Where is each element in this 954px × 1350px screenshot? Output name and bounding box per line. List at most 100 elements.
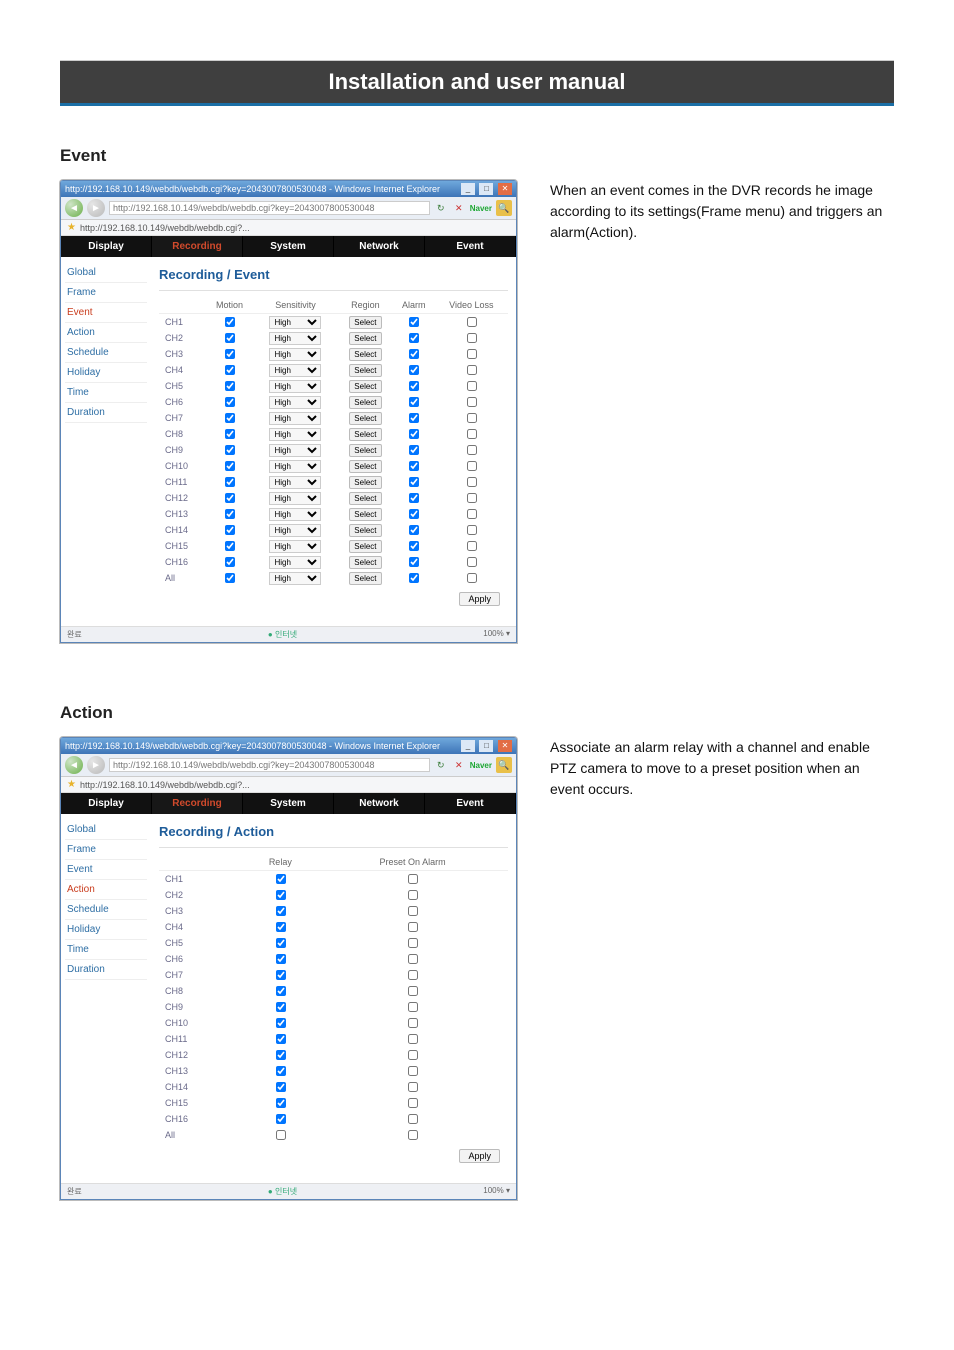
preset-checkbox[interactable] <box>408 954 418 964</box>
preset-checkbox[interactable] <box>408 906 418 916</box>
motion-checkbox[interactable] <box>225 349 235 359</box>
main-tab-recording[interactable]: Recording <box>152 236 243 257</box>
preset-checkbox[interactable] <box>408 970 418 980</box>
videoloss-checkbox[interactable] <box>467 365 477 375</box>
preset-checkbox[interactable] <box>408 1130 418 1140</box>
region-select-button[interactable]: Select <box>349 540 381 553</box>
search-button[interactable]: 🔍 <box>496 757 512 773</box>
preset-checkbox[interactable] <box>408 1018 418 1028</box>
preset-checkbox[interactable] <box>408 1066 418 1076</box>
apply-button[interactable]: Apply <box>459 592 500 606</box>
apply-button[interactable]: Apply <box>459 1149 500 1163</box>
motion-checkbox[interactable] <box>225 493 235 503</box>
refresh-icon[interactable]: ↻ <box>434 201 448 215</box>
region-select-button[interactable]: Select <box>349 316 381 329</box>
sensitivity-select[interactable]: High <box>269 460 321 473</box>
maximize-button[interactable]: □ <box>479 183 493 195</box>
sensitivity-select[interactable]: High <box>269 428 321 441</box>
motion-checkbox[interactable] <box>225 413 235 423</box>
videoloss-checkbox[interactable] <box>467 493 477 503</box>
relay-checkbox[interactable] <box>276 1082 286 1092</box>
back-button[interactable]: ◄ <box>65 199 83 217</box>
relay-checkbox[interactable] <box>276 1066 286 1076</box>
motion-checkbox[interactable] <box>225 557 235 567</box>
videoloss-checkbox[interactable] <box>467 477 477 487</box>
relay-checkbox[interactable] <box>276 1034 286 1044</box>
sensitivity-select[interactable]: High <box>269 348 321 361</box>
main-tab-event[interactable]: Event <box>425 793 516 814</box>
region-select-button[interactable]: Select <box>349 412 381 425</box>
alarm-checkbox[interactable] <box>409 541 419 551</box>
preset-checkbox[interactable] <box>408 922 418 932</box>
sidebar-item-frame[interactable]: Frame <box>65 840 147 860</box>
videoloss-checkbox[interactable] <box>467 541 477 551</box>
sensitivity-select[interactable]: High <box>269 556 321 569</box>
sidebar-item-schedule[interactable]: Schedule <box>65 343 147 363</box>
sidebar-item-schedule[interactable]: Schedule <box>65 900 147 920</box>
videoloss-checkbox[interactable] <box>467 413 477 423</box>
sidebar-item-holiday[interactable]: Holiday <box>65 920 147 940</box>
sensitivity-select[interactable]: High <box>269 492 321 505</box>
motion-checkbox[interactable] <box>225 381 235 391</box>
favorite-icon[interactable]: ★ <box>67 222 76 233</box>
preset-checkbox[interactable] <box>408 1082 418 1092</box>
alarm-checkbox[interactable] <box>409 349 419 359</box>
region-select-button[interactable]: Select <box>349 348 381 361</box>
sidebar-item-time[interactable]: Time <box>65 940 147 960</box>
sensitivity-select[interactable]: High <box>269 444 321 457</box>
relay-checkbox[interactable] <box>276 1114 286 1124</box>
sensitivity-select[interactable]: High <box>269 332 321 345</box>
sensitivity-select[interactable]: High <box>269 396 321 409</box>
alarm-checkbox[interactable] <box>409 413 419 423</box>
region-select-button[interactable]: Select <box>349 572 381 585</box>
videoloss-checkbox[interactable] <box>467 333 477 343</box>
alarm-checkbox[interactable] <box>409 445 419 455</box>
alarm-checkbox[interactable] <box>409 317 419 327</box>
alarm-checkbox[interactable] <box>409 477 419 487</box>
videoloss-checkbox[interactable] <box>467 573 477 583</box>
preset-checkbox[interactable] <box>408 1114 418 1124</box>
relay-checkbox[interactable] <box>276 986 286 996</box>
motion-checkbox[interactable] <box>225 333 235 343</box>
sidebar-item-event[interactable]: Event <box>65 303 147 323</box>
alarm-checkbox[interactable] <box>409 365 419 375</box>
relay-checkbox[interactable] <box>276 922 286 932</box>
videoloss-checkbox[interactable] <box>467 461 477 471</box>
browser-tab[interactable]: http://192.168.10.149/webdb/webdb.cgi?..… <box>80 223 250 233</box>
relay-checkbox[interactable] <box>276 1018 286 1028</box>
main-tab-display[interactable]: Display <box>61 793 152 814</box>
relay-checkbox[interactable] <box>276 1050 286 1060</box>
alarm-checkbox[interactable] <box>409 461 419 471</box>
browser-tab[interactable]: http://192.168.10.149/webdb/webdb.cgi?..… <box>80 780 250 790</box>
videoloss-checkbox[interactable] <box>467 525 477 535</box>
favorite-icon[interactable]: ★ <box>67 779 76 790</box>
back-button[interactable]: ◄ <box>65 756 83 774</box>
minimize-button[interactable]: _ <box>461 740 475 752</box>
alarm-checkbox[interactable] <box>409 381 419 391</box>
main-tab-system[interactable]: System <box>243 793 334 814</box>
main-tab-network[interactable]: Network <box>334 793 425 814</box>
relay-checkbox[interactable] <box>276 938 286 948</box>
sidebar-item-duration[interactable]: Duration <box>65 960 147 980</box>
motion-checkbox[interactable] <box>225 429 235 439</box>
sensitivity-select[interactable]: High <box>269 364 321 377</box>
preset-checkbox[interactable] <box>408 1050 418 1060</box>
sensitivity-select[interactable]: High <box>269 508 321 521</box>
motion-checkbox[interactable] <box>225 509 235 519</box>
main-tab-display[interactable]: Display <box>61 236 152 257</box>
sensitivity-select[interactable]: High <box>269 316 321 329</box>
sensitivity-select[interactable]: High <box>269 572 321 585</box>
motion-checkbox[interactable] <box>225 397 235 407</box>
relay-checkbox[interactable] <box>276 970 286 980</box>
region-select-button[interactable]: Select <box>349 476 381 489</box>
videoloss-checkbox[interactable] <box>467 509 477 519</box>
relay-checkbox[interactable] <box>276 890 286 900</box>
alarm-checkbox[interactable] <box>409 525 419 535</box>
motion-checkbox[interactable] <box>225 573 235 583</box>
preset-checkbox[interactable] <box>408 1098 418 1108</box>
preset-checkbox[interactable] <box>408 874 418 884</box>
preset-checkbox[interactable] <box>408 1002 418 1012</box>
url-input[interactable]: http://192.168.10.149/webdb/webdb.cgi?ke… <box>109 201 430 215</box>
motion-checkbox[interactable] <box>225 317 235 327</box>
region-select-button[interactable]: Select <box>349 444 381 457</box>
